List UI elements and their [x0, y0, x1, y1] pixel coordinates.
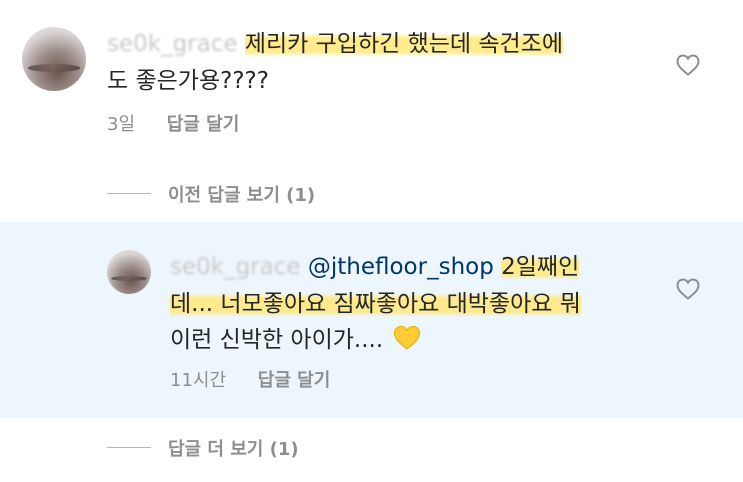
divider — [107, 193, 151, 194]
avatar[interactable] — [107, 250, 151, 294]
comment-time: 3일 — [107, 114, 136, 135]
view-previous-replies-link[interactable]: 이전 답글 보기 (1) — [168, 181, 315, 207]
comment-time: 11시간 — [170, 370, 227, 391]
comment-body-line2: 도 좋은가용???? — [107, 68, 269, 94]
reply-body-line2: 데... 너모좋아요 짐짜좋아요 대박좋아요 뭐 — [170, 291, 581, 317]
mention-link[interactable]: @jthefloor_shop — [308, 254, 494, 280]
yellow-heart-icon — [394, 325, 421, 350]
reply-button[interactable]: 답글 달기 — [258, 370, 331, 391]
comment-text-line2: 도 좋은가용???? — [107, 63, 269, 100]
reply-text-line3: 이런 신박한 아이가.... — [170, 322, 421, 359]
comment-meta: 3일 답글 달기 — [107, 110, 239, 136]
heart-icon[interactable] — [675, 53, 701, 77]
comment-text: se0k_grace 제리카 구입하긴 했는데 속건조에 — [107, 26, 564, 63]
avatar[interactable] — [22, 27, 86, 91]
reply-text-line1: se0k_grace @jthefloor_shop 2일째인 — [170, 249, 580, 286]
heart-icon[interactable] — [675, 277, 701, 301]
divider — [107, 447, 151, 448]
username[interactable]: se0k_grace — [170, 254, 301, 280]
reply-body-line1: 2일째인 — [501, 254, 580, 280]
reply-meta: 11시간 답글 달기 — [170, 366, 330, 392]
comment-body-line1: 제리카 구입하긴 했는데 속건조에 — [244, 31, 564, 57]
username[interactable]: se0k_grace — [107, 31, 238, 57]
reply-body-line3: 이런 신박한 아이가.... — [170, 327, 384, 353]
view-more-replies-link[interactable]: 답글 더 보기 (1) — [168, 435, 299, 461]
reply-button[interactable]: 답글 달기 — [167, 114, 240, 135]
reply-text-line2: 데... 너모좋아요 짐짜좋아요 대박좋아요 뭐 — [170, 286, 581, 323]
